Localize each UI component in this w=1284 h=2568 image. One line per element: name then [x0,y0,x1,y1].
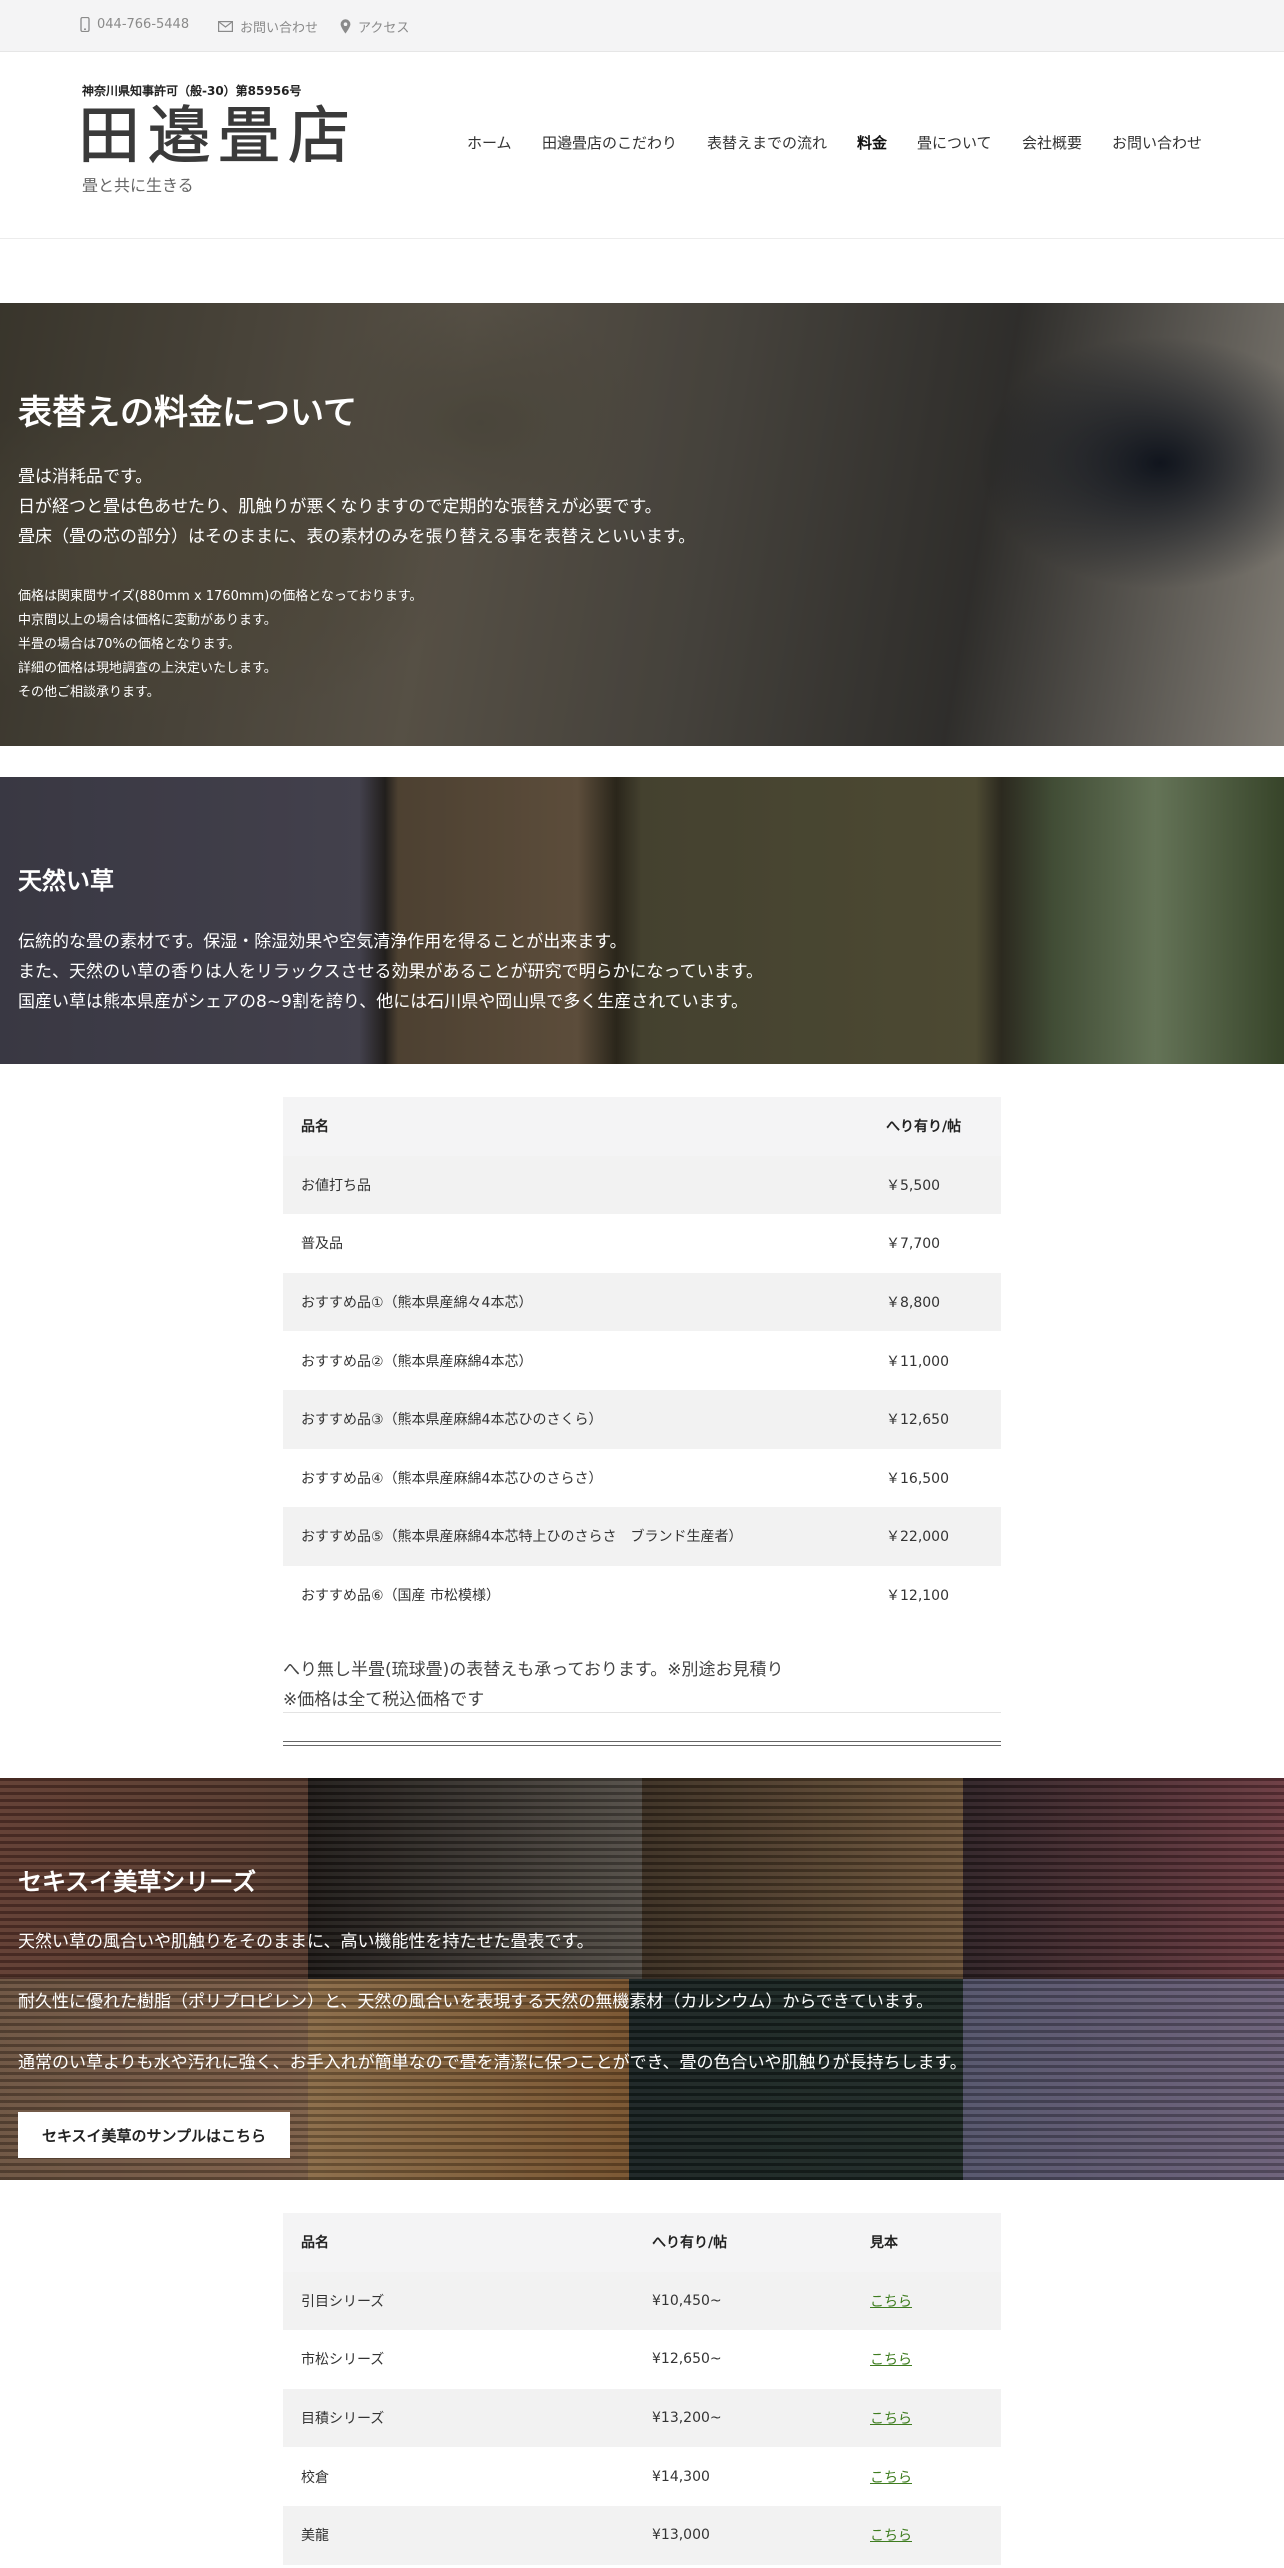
column-header-price: へり有り/帖 [868,1097,1001,1156]
nav-company[interactable]: 会社概要 [1022,132,1082,153]
product-name: おすすめ品⑤（熊本県産麻綿4本芯特上ひのさらさ ブランド生産者） [283,1507,868,1566]
nav-flow[interactable]: 表替えまでの流れ [707,132,827,153]
product-price: ￥16,500 [868,1448,1001,1508]
pricing-title: 表替えの料金について [18,393,357,433]
table-row: おすすめ品⑥（国産 市松模様） ￥12,100 [283,1565,1001,1625]
map-pin-icon [340,19,351,34]
pricing-intro-1: 畳は消耗品です。 [18,467,153,487]
sample-link[interactable]: こちら [870,2470,912,2486]
mail-icon [218,21,233,32]
table-row: 普及品 ￥7,700 [283,1214,1001,1273]
series-price: ¥13,200~ [634,2388,852,2448]
series-name: 校倉 [283,2447,634,2506]
product-name: お値打ち品 [283,1155,868,1215]
table-row: 目積シリーズ ¥13,200~ こちら [283,2388,1001,2448]
table-row: 校倉 ¥14,300 こちら [283,2447,1001,2506]
phone-icon [80,17,90,32]
igusa-desc-3: 国産い草は熊本県産がシェアの8~9割を誇り、他には石川県や岡山県で多く生産されて… [18,992,748,1012]
sample-link[interactable]: こちら [870,2352,912,2368]
table-row: おすすめ品⑤（熊本県産麻綿4本芯特上ひのさらさ ブランド生産者） ￥22,000 [283,1507,1001,1566]
sekisui-desc-1: 天然い草の風合いや肌触りをそのままに、高い機能性を持たせた畳表です。 [18,1932,594,1952]
series-name: 市松シリーズ [283,2330,634,2389]
sample-link[interactable]: こちら [870,2411,912,2427]
phone-link[interactable]: 044-766-5448 [80,17,189,32]
nav-price[interactable]: 料金 [857,132,887,153]
sekisui-desc-2: 耐久性に優れた樹脂（ポリプロピレン）と、天然の風合いを表現する天然の無機素材（カ… [18,1992,934,2012]
access-link[interactable]: アクセス [340,17,409,36]
series-name: 目積シリーズ [283,2388,634,2448]
column-header-name: 品名 [283,2213,634,2272]
product-price: ￥7,700 [868,1214,1001,1273]
series-price: ¥13,000 [634,2505,852,2565]
product-name: おすすめ品②（熊本県産麻綿4本芯） [283,1331,868,1390]
top-bar: 044-766-5448 お問い合わせ アクセス [0,0,1284,52]
pricing-note-4: 詳細の価格は現地調査の上決定いたします。 [18,661,277,676]
pricing-note-1: 価格は関東間サイズ(880mm x 1760mm)の価格となっております。 [18,589,423,604]
phone-number: 044-766-5448 [97,17,190,32]
nav-home[interactable]: ホーム [467,132,512,153]
divider [283,1712,1001,1713]
table-row: 引目シリーズ ¥10,450~ こちら [283,2271,1001,2331]
table-header-row: 品名 へり有り/帖 [283,1097,1001,1156]
sample-link[interactable]: こちら [870,2528,912,2544]
product-name: 普及品 [283,1214,868,1273]
table-row: おすすめ品④（熊本県産麻綿4本芯ひのさらさ） ￥16,500 [283,1448,1001,1508]
column-header-price: へり有り/帖 [634,2213,852,2272]
series-price: ¥10,450~ [634,2271,852,2331]
sekisui-price-table: 品名 へり有り/帖 見本 引目シリーズ ¥10,450~ こちら 市松シリーズ ¥12… [283,2213,1001,2565]
contact-label: お問い合わせ [240,21,319,36]
access-label: アクセス [358,21,410,36]
product-name: おすすめ品④（熊本県産麻綿4本芯ひのさらさ） [283,1448,868,1508]
pricing-intro-2: 日が経つと畳は色あせたり、肌触りが悪くなりますので定期的な張替えが必要です。 [18,497,662,517]
product-price: ￥11,000 [868,1331,1001,1390]
site-tagline: 畳と共に生きる [82,176,194,195]
product-name: おすすめ品①（熊本県産綿々4本芯） [283,1272,868,1332]
tax-note: ※価格は全て税込価格です [283,1690,485,1710]
pricing-note-3: 半畳の場合は70%の価格となります。 [18,637,241,652]
series-name: 引目シリーズ [283,2271,634,2331]
double-divider [283,1741,1001,1746]
product-price: ￥22,000 [868,1507,1001,1566]
sekisui-title: セキスイ美草シリーズ [18,1868,257,1896]
product-price: ￥5,500 [868,1155,1001,1215]
table-row: おすすめ品②（熊本県産麻綿4本芯） ￥11,000 [283,1331,1001,1390]
series-price: ¥14,300 [634,2447,852,2506]
product-price: ￥12,650 [868,1389,1001,1449]
table-row: 市松シリーズ ¥12,650~ こちら [283,2330,1001,2389]
natural-igusa-section: 天然い草 伝統的な畳の素材です。保湿・除湿効果や空気清浄作用を得ることが出来ます… [0,777,1284,1064]
nav-about-tatami[interactable]: 畳について [917,132,992,153]
pricing-intro-3: 畳床（畳の芯の部分）はそのままに、表の素材のみを張り替える事を表替えといいます。 [18,527,696,547]
nav-contact[interactable]: お問い合わせ [1112,132,1202,153]
igusa-title: 天然い草 [18,867,114,895]
product-name: おすすめ品③（熊本県産麻綿4本芯ひのさくら） [283,1389,868,1449]
sekisui-desc-3: 通常のい草よりも水や汚れに強く、お手入れが簡単なので畳を清潔に保つことができ、畳… [18,2053,967,2073]
table-header-row: 品名 へり有り/帖 見本 [283,2213,1001,2272]
table-row: おすすめ品③（熊本県産麻綿4本芯ひのさくら） ￥12,650 [283,1389,1001,1449]
series-name: 美龍 [283,2505,634,2565]
product-name: おすすめ品⑥（国産 市松模様） [283,1565,868,1625]
table-row: おすすめ品①（熊本県産綿々4本芯） ￥8,800 [283,1272,1001,1332]
pricing-hero: 表替えの料金について 畳は消耗品です。 日が経つと畳は色あせたり、肌触りが悪くな… [0,303,1284,746]
site-logo[interactable]: 田邉畳店 [77,96,358,176]
igusa-price-table: 品名 へり有り/帖 お値打ち品 ￥5,500 普及品 ￥7,700 おすすめ品①（熊… [283,1097,1001,1625]
pricing-note-5: その他ご相談承ります。 [18,685,160,700]
product-price: ￥12,100 [868,1565,1001,1625]
column-header-sample: 見本 [852,2213,1001,2272]
series-price: ¥12,650~ [634,2330,852,2389]
nav-kodawari[interactable]: 田邉畳店のこだわり [542,132,677,153]
contact-link[interactable]: お問い合わせ [218,17,318,36]
ryukyu-note: へり無し半畳(琉球畳)の表替えも承っております。※別途お見積り [283,1660,784,1680]
table-row: お値打ち品 ￥5,500 [283,1155,1001,1215]
column-header-name: 品名 [283,1097,868,1156]
igusa-desc-1: 伝統的な畳の素材です。保湿・除湿効果や空気清浄作用を得ることが出来ます。 [18,932,627,952]
product-price: ￥8,800 [868,1272,1001,1332]
table-row: 美龍 ¥13,000 こちら [283,2505,1001,2565]
sekisui-sample-button[interactable]: セキスイ美草のサンプルはこちら [18,2112,290,2158]
igusa-desc-2: また、天然のい草の香りは人をリラックスさせる効果があることが研究で明らかになって… [18,962,763,982]
sample-link[interactable]: こちら [870,2294,912,2310]
pricing-note-2: 中京間以上の場合は価格に変動があります。 [18,613,277,628]
